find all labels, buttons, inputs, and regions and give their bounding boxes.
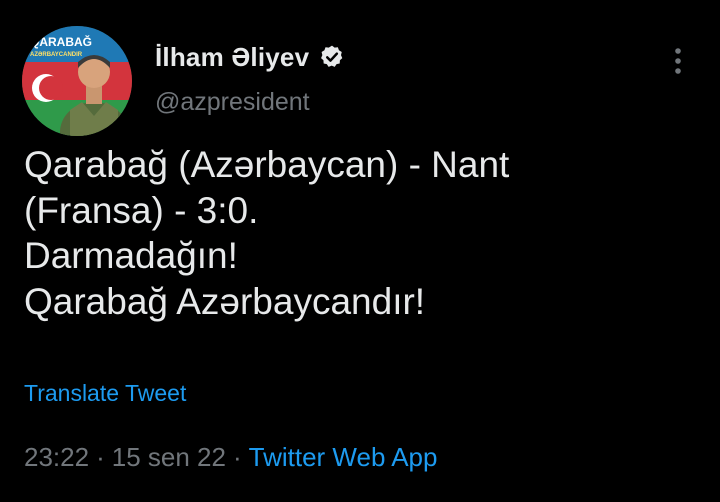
tweet-text: Qarabağ (Azərbaycan) - Nant (Fransa) - 3…	[24, 142, 696, 324]
author-name-row: İlham Əliyev	[155, 40, 345, 74]
tweet-date[interactable]: 15 sen 22	[112, 442, 226, 472]
more-options-icon[interactable]	[668, 44, 688, 78]
author-handle[interactable]: @azpresident	[155, 88, 310, 117]
verified-badge-icon	[319, 44, 345, 70]
tweet-meta: 23:22 · 15 sen 22 · Twitter Web App	[24, 442, 437, 473]
tweet-source-link[interactable]: Twitter Web App	[249, 442, 438, 472]
tweet-text-line: Qarabağ Azərbaycandır!	[24, 280, 426, 322]
author-display-name[interactable]: İlham Əliyev	[155, 42, 309, 73]
tweet-time[interactable]: 23:22	[24, 442, 89, 472]
avatar-logo-text: QARABAĞ	[30, 34, 92, 49]
avatar-logo-subtext: AZƏRBAYCANDIR	[30, 52, 83, 58]
translate-tweet-link[interactable]: Translate Tweet	[24, 380, 186, 407]
meta-separator: ·	[232, 442, 242, 472]
tweet-text-line: (Fransa) - 3:0.	[24, 189, 259, 231]
tweet-text-line: Qarabağ (Azərbaycan) - Nant	[24, 144, 510, 185]
tweet-text-line: Darmadağın!	[24, 235, 238, 276]
meta-separator: ·	[96, 442, 105, 472]
tweet-card: QARABAĞ AZƏRBAYCANDIR İlham Əliyev @azpr…	[0, 0, 720, 502]
avatar[interactable]: QARABAĞ AZƏRBAYCANDIR	[22, 26, 132, 136]
tweet-header: QARABAĞ AZƏRBAYCANDIR İlham Əliyev @azpr…	[22, 26, 698, 136]
